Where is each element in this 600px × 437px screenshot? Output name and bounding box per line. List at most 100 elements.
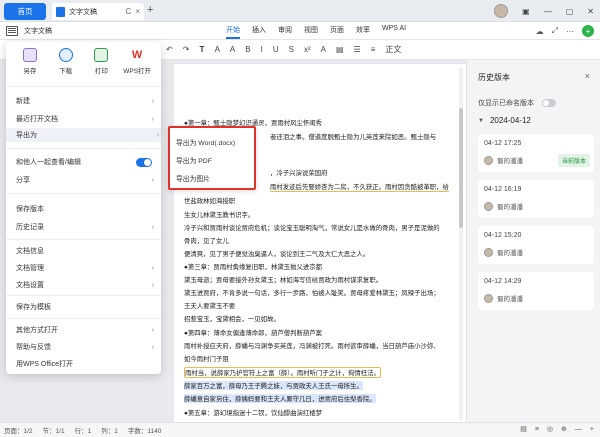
expand-icon[interactable]: ⤢ (552, 26, 558, 36)
document-page[interactable]: ●第一章：甄士隐梦幻识通灵，贾雨村风尘怀闺秀 者还泪之事。僧道度脱甄士隐为儿英莲… (174, 64, 466, 422)
toolbar-font-size-up-icon[interactable]: A (215, 45, 220, 54)
collaborate-toggle[interactable] (136, 157, 152, 167)
export-pdf-option[interactable]: 导出为 PDF (176, 155, 212, 165)
version-time: 04-12 16:19 (484, 186, 522, 193)
new-tab-button[interactable]: + (147, 4, 153, 16)
tab-start[interactable]: 开始 (226, 25, 240, 39)
close-tab-icon[interactable]: × (135, 7, 140, 16)
named-version-toggle[interactable] (542, 99, 556, 107)
home-tab[interactable]: 首页 (4, 3, 46, 20)
version-card[interactable]: 04-12 15:20 蜀的潘潘 (478, 226, 594, 264)
share-icon[interactable]: + (582, 25, 594, 37)
menu-item-share[interactable]: 分享 › (16, 173, 156, 187)
cloud-icon[interactable]: ☁ (536, 27, 544, 36)
tab-insert[interactable]: 插入 (252, 25, 266, 39)
style-select[interactable]: 正文 (385, 44, 401, 55)
toolbar-align-icon[interactable]: ≡ (371, 45, 376, 54)
version-card[interactable]: 04-12 14:29 蜀的潘潘 (478, 272, 594, 310)
reload-icon[interactable]: C (126, 7, 132, 16)
avatar[interactable] (494, 4, 509, 18)
menu-item-doc-manage[interactable]: 文档管理 › (16, 261, 156, 275)
toolbar-format-icon[interactable]: 𝐓 (199, 45, 204, 55)
doc-line: 骨肉，见了女儿 (184, 238, 229, 245)
minimize-icon[interactable]: — (544, 7, 552, 16)
document-tab[interactable]: 文字文稿 C × (52, 3, 144, 20)
version-user-name: 蜀的潘潘 (497, 204, 523, 211)
tab-view[interactable]: 视图 (304, 25, 318, 39)
page-view-icon[interactable]: ▤ (520, 425, 527, 433)
download-button[interactable]: 下载 (49, 48, 83, 75)
tab-wps-ai[interactable]: WPS AI (382, 25, 406, 39)
menu-item-save-version[interactable]: 保存版本 (16, 202, 156, 216)
avatar (484, 155, 493, 165)
toolbar-list-icon[interactable]: ☰ (354, 45, 361, 54)
version-user: 蜀的潘潘 (484, 247, 523, 257)
toolbar-strike-icon[interactable]: S (289, 45, 294, 54)
menu-item-new[interactable]: 新建 › (16, 94, 156, 108)
chevron-right-icon: › (151, 343, 154, 351)
toolbar-italic-icon[interactable]: I (261, 45, 263, 54)
menu-item-recent[interactable]: 最近打开文档 › (16, 112, 156, 126)
menu-item-label: 历史记录 (16, 224, 44, 231)
doc-line: 黛玉进贾府，不肯多说一句话，多行一步路，怕被人耻笑。贾母疼爱林黛玉；凤辣子出场； (184, 290, 440, 297)
print-button[interactable]: 打印 (84, 48, 118, 75)
doc-line: ●第四章：薄命女偏逢薄命郎，葫芦僧判断葫芦案 (184, 330, 323, 337)
menu-item-open-other[interactable]: 其他方式打开 › (16, 323, 156, 337)
divider (6, 295, 161, 296)
status-bar: 页面：1/2 节：1/1 行：1 列：1 字数：1140 ▤ ≡ ◎ ⊕ — + (0, 422, 600, 437)
file-title[interactable]: 文字文稿 (24, 26, 52, 36)
toolbar-redo-icon[interactable]: ↷ (183, 45, 190, 54)
tab-page[interactable]: 页面 (330, 25, 344, 39)
tab-efficiency[interactable]: 效率 (356, 25, 370, 39)
open-in-wps-button[interactable]: W WPS打开 (120, 48, 154, 75)
zoom-out-icon[interactable]: — (575, 426, 582, 433)
menu-item-save-template[interactable]: 保存为模板 (16, 300, 156, 314)
vertical-scrollbar[interactable] (459, 68, 463, 420)
toolbar-font-size-down-icon[interactable]: A (230, 45, 235, 54)
version-user: 蜀的潘潘 (484, 293, 523, 303)
export-image-option[interactable]: 导出为图片 (176, 173, 210, 183)
menu-item-doc-info[interactable]: 文档信息 (16, 244, 156, 258)
toolbar-bold-icon[interactable]: B (245, 45, 250, 54)
menu-item-help[interactable]: 帮助与反馈 › (16, 340, 156, 354)
close-icon[interactable]: × (585, 71, 590, 81)
download-icon (58, 48, 73, 62)
menu-item-export[interactable]: 导出为 › (6, 128, 161, 142)
menu-item-open-wps-office[interactable]: 用WPS Office打开 (16, 357, 156, 371)
file-menu-icon[interactable] (6, 25, 18, 36)
version-time: 04-12 15:20 (484, 232, 522, 239)
menu-item-collaborate[interactable]: 和他人一起查看/编辑 (16, 155, 156, 169)
version-user: 蜀的潘潘 (484, 201, 523, 211)
maximize-icon[interactable]: ▢ (566, 7, 574, 16)
menu-item-doc-settings[interactable]: 文档设置 › (16, 278, 156, 292)
menu-bar: 文字文稿 开始 插入 审阅 视图 页面 效率 WPS AI ☁ ⤢ ⋯ + (0, 22, 600, 40)
file-menu-dropdown: 另存 下载 打印 W WPS打开 新建 › 最近打开文档 › 导出为 › 和他人一起查… (6, 42, 161, 374)
toolbar-superscript-icon[interactable]: x² (304, 45, 311, 54)
outline-view-icon[interactable]: ≡ (535, 426, 539, 433)
more-icon[interactable]: ⋯ (566, 27, 574, 36)
tab-review[interactable]: 审阅 (278, 25, 292, 39)
chevron-right-icon: › (151, 326, 154, 334)
window-layout-icon[interactable]: ▣ (522, 7, 530, 16)
globe-icon[interactable]: ⊕ (561, 425, 567, 433)
toolbar-undo-icon[interactable]: ↶ (166, 45, 173, 54)
menu-item-label: 分享 (16, 177, 30, 184)
version-card[interactable]: 04-12 16:19 蜀的潘潘 (478, 180, 594, 218)
focus-view-icon[interactable]: ◎ (547, 425, 553, 433)
toolbar-underline-icon[interactable]: U (273, 45, 279, 54)
date-group[interactable]: ▼ 2024-04-12 (478, 116, 531, 125)
scrollbar-thumb[interactable] (459, 108, 463, 228)
toolbar-font-color-icon[interactable]: A (321, 45, 326, 54)
doc-line: 如今雨村门子阻 (184, 356, 229, 363)
export-word-option[interactable]: 导出为 Word(.docx) (176, 137, 235, 147)
save-as-icon (22, 48, 37, 62)
save-as-button[interactable]: 另存 (13, 48, 47, 75)
divider (6, 86, 161, 87)
menu-item-history[interactable]: 历史记录 › (16, 220, 156, 234)
toolbar-highlight-icon[interactable]: ▤ (336, 45, 344, 54)
zoom-in-icon[interactable]: + (590, 426, 594, 433)
doc-line: 冷子兴和贾雨村谈论贾府危机；谈论宝玉聪明淘气，常说女儿是水做的骨肉，男子是泥做的 (184, 225, 440, 232)
doc-line: 雨村发迹后先娶娇杏为二房，不久获正。雨村因贪酷被革职，给 (270, 184, 449, 192)
version-card[interactable]: 04-12 17:25 蜀的潘潘 当前版本 (478, 134, 594, 172)
close-window-icon[interactable]: ✕ (587, 7, 594, 16)
